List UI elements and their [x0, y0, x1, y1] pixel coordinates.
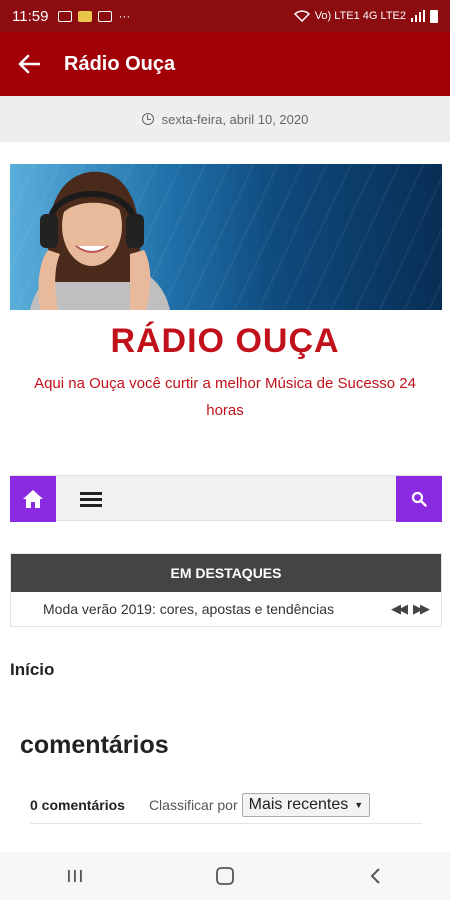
wifi-icon [293, 10, 310, 22]
status-bar: 11:59 ··· Vo) LTE1 4G LTE2 [0, 0, 450, 32]
recent-apps-button[interactable] [45, 856, 105, 896]
back-button[interactable] [0, 32, 58, 96]
chevron-left-icon [370, 868, 380, 884]
featured-ticker: EM DESTAQUES Moda verão 2019: cores, apo… [10, 553, 442, 627]
featured-header: EM DESTAQUES [11, 554, 441, 592]
clock-icon [141, 113, 154, 125]
dropdown-arrow-icon: ▼ [354, 799, 364, 810]
hamburger-menu-icon [80, 492, 102, 507]
recent-apps-icon [68, 870, 82, 882]
home-icon [23, 490, 43, 508]
app-bar: Rádio Ouça [0, 32, 450, 96]
battery-icon [430, 9, 438, 23]
home-button[interactable] [10, 476, 56, 522]
date-bar: sexta-feira, abril 10, 2020 [0, 96, 450, 142]
status-notification-icons: ··· [58, 9, 130, 23]
featured-headline-link[interactable]: Moda verão 2019: cores, apostas e tendên… [43, 601, 391, 617]
featured-row: Moda verão 2019: cores, apostas e tendên… [11, 592, 441, 626]
back-system-button[interactable] [345, 856, 405, 896]
gallery-notification-icon [58, 10, 73, 22]
ticker-prev-icon[interactable]: ◀◀ [391, 601, 408, 617]
system-nav-bar [0, 852, 450, 900]
ticker-next-icon[interactable]: ▶▶ [413, 601, 430, 617]
header-banner-image[interactable] [10, 164, 442, 310]
search-icon [411, 491, 427, 507]
site-tagline: Aqui na Ouça você curtir a melhor Música… [34, 375, 416, 419]
site-title: RÁDIO OUÇA [110, 322, 340, 360]
comments-count: 0 comentários [30, 796, 125, 813]
more-notifications-icon: ··· [118, 9, 131, 23]
sort-select[interactable]: Mais recentes ▼ [241, 792, 371, 817]
menu-button[interactable] [68, 476, 114, 522]
network-label: Vo) LTE1 4G LTE2 [314, 10, 406, 22]
woman-headphones-illustration [30, 171, 170, 310]
cast-notification-icon [98, 10, 113, 22]
status-system-icons: Vo) LTE1 4G LTE2 [293, 9, 438, 23]
app-title: Rádio Ouça [64, 52, 176, 75]
arrow-left-icon [18, 54, 40, 74]
signal-icon [411, 10, 425, 22]
sort-select-value: Mais recentes [248, 795, 349, 813]
ticker-controls: ◀◀ ▶▶ [391, 601, 441, 617]
comments-toolbar: 0 comentários Classificar por Mais recen… [30, 786, 422, 824]
home-square-icon [216, 867, 234, 885]
current-date: sexta-feira, abril 10, 2020 [161, 111, 309, 127]
app-notification-icon [78, 10, 93, 22]
breadcrumb-home[interactable]: Início [10, 660, 54, 680]
search-button[interactable] [396, 476, 442, 522]
sort-label: Classificar por [148, 796, 238, 813]
comments-title: comentários [20, 731, 169, 759]
site-nav-bar [10, 475, 442, 522]
status-time: 11:59 [12, 7, 49, 25]
home-system-button[interactable] [195, 856, 255, 896]
